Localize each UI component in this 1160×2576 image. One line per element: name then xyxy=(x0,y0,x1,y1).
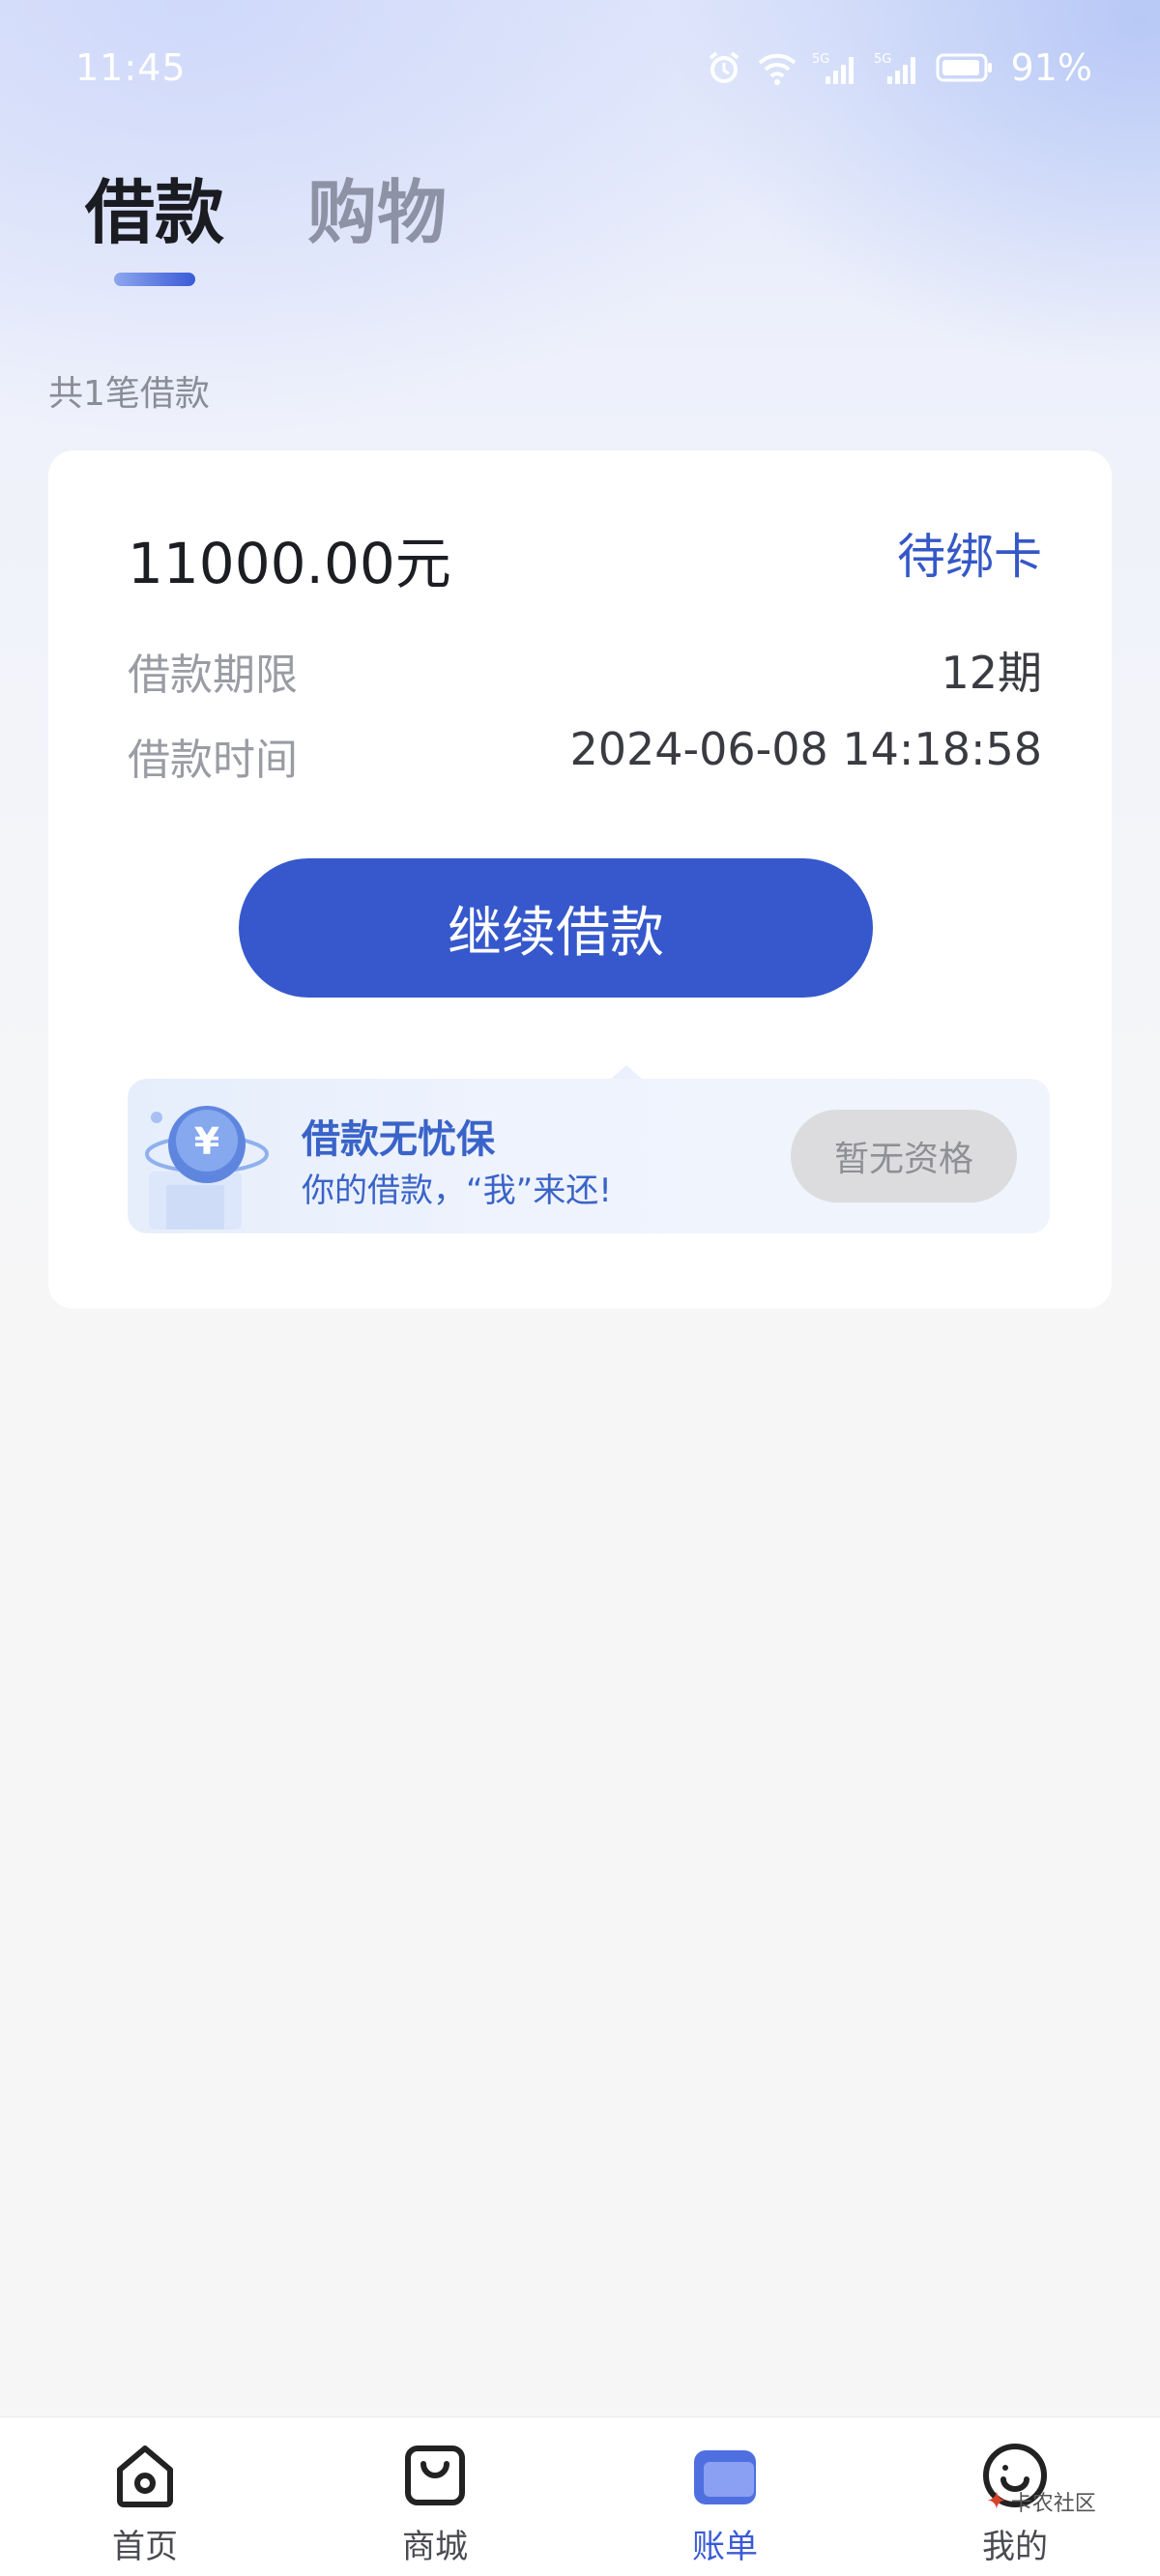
continue-loan-button[interactable]: 继续借款 xyxy=(239,858,873,998)
yuan-coin-icon: ¥ xyxy=(128,1079,282,1233)
tab-loan[interactable]: 借款 xyxy=(85,164,225,286)
status-time: 11:45 xyxy=(75,46,187,89)
battery-icon xyxy=(936,51,994,84)
nav-profile-label: 我的 xyxy=(982,2528,1048,2566)
watermark-text: 卡农社区 xyxy=(1010,2492,1096,2516)
bind-card-status[interactable]: 待绑卡 xyxy=(897,518,1042,588)
nav-bill[interactable]: 账单 xyxy=(580,2417,870,2576)
active-tab-indicator xyxy=(114,273,195,286)
tab-loan-label: 借款 xyxy=(85,172,225,253)
nav-home-label: 首页 xyxy=(112,2528,178,2566)
shopping-bag-icon xyxy=(396,2437,474,2514)
time-value: 2024-06-08 14:18:58 xyxy=(569,723,1042,775)
watermark-logo-icon: ✦ xyxy=(986,2487,1007,2516)
loan-count: 共1笔借款 xyxy=(48,374,210,414)
banner-pointer xyxy=(611,1065,642,1079)
status-icons: 5G 5G 91% xyxy=(706,46,1092,89)
svg-text:¥: ¥ xyxy=(194,1120,219,1163)
svg-text:5G: 5G xyxy=(874,52,891,67)
tab-shopping-label: 购物 xyxy=(307,172,448,253)
signal-5g-icon: 5G xyxy=(812,49,860,86)
not-eligible-button: 暂无资格 xyxy=(791,1110,1017,1202)
term-label: 借款期限 xyxy=(128,651,298,700)
status-bar: 11:45 5G 5G 91% xyxy=(0,0,1160,145)
loan-card[interactable]: 11000.00元 待绑卡 借款期限 12期 借款时间 2024-06-08 1… xyxy=(48,450,1112,1309)
bill-icon xyxy=(686,2437,764,2514)
insurance-title: 借款无忧保 xyxy=(302,1117,495,1162)
watermark: ✦ 卡农社区 xyxy=(986,2486,1096,2517)
battery-level: 91% xyxy=(1010,46,1092,89)
loan-amount: 11000.00元 xyxy=(128,531,451,596)
insurance-banner[interactable]: ¥ 借款无忧保 你的借款，“我”来还! 暂无资格 xyxy=(128,1065,1050,1233)
term-value: 12期 xyxy=(941,647,1042,699)
time-label: 借款时间 xyxy=(128,736,298,785)
nav-home[interactable]: 首页 xyxy=(0,2417,290,2576)
nav-mall[interactable]: 商城 xyxy=(290,2417,580,2576)
alarm-icon xyxy=(706,49,742,86)
wifi-icon xyxy=(756,49,798,86)
tab-shopping[interactable]: 购物 xyxy=(307,164,447,261)
nav-mall-label: 商城 xyxy=(402,2528,468,2566)
insurance-subtitle: 你的借款，“我”来还! xyxy=(302,1172,612,1210)
top-tabs: 借款 购物 xyxy=(85,164,447,286)
svg-text:5G: 5G xyxy=(812,52,829,67)
nav-bill-label: 账单 xyxy=(692,2528,758,2566)
home-icon xyxy=(106,2437,184,2514)
signal-5g-icon: 5G xyxy=(874,49,922,86)
